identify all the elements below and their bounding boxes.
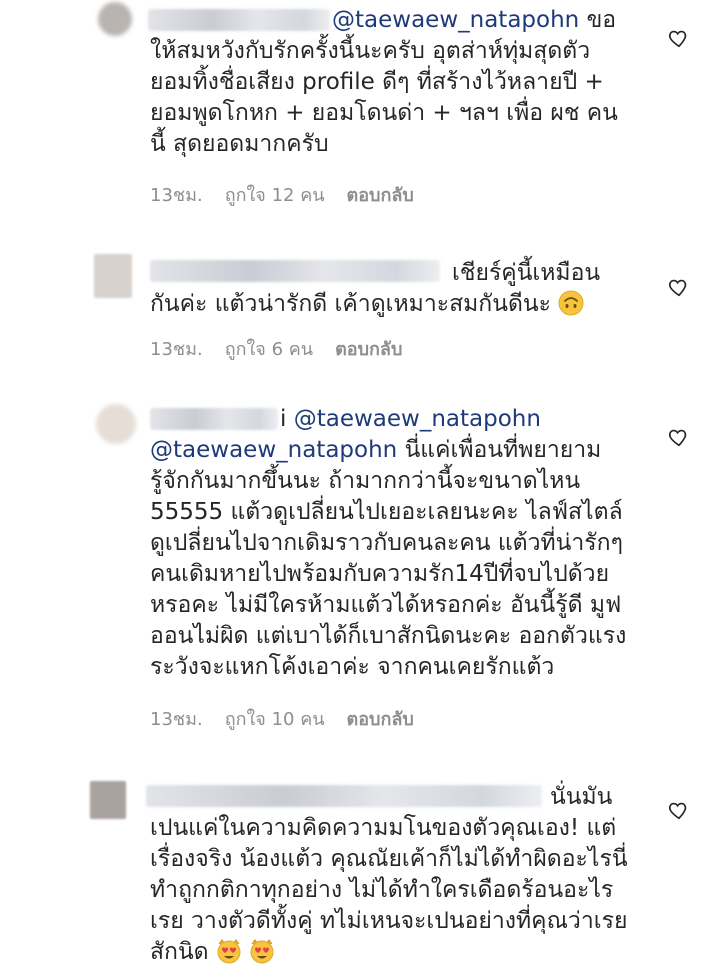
- mention-link[interactable]: @taewaew_natapohn: [150, 437, 397, 463]
- upside-down-face-icon: [558, 290, 584, 316]
- comment-text: นั่นมัน เปนแค่ในความคิดความมโนของตัวคุณเ…: [150, 782, 650, 968]
- timestamp: 13ชม.: [150, 709, 203, 730]
- comment-line: เชียร์คู่นี้เหมือน: [452, 260, 601, 286]
- comment-line: นี้ สุดยอดมากครับ: [150, 131, 329, 157]
- comment-line: เปนแค่ในความคิดความมโนของตัวคุณเอง! แต่: [150, 815, 617, 841]
- likes-count[interactable]: ถูกใจ 6 คน: [225, 334, 313, 363]
- timestamp: 13ชม.: [150, 185, 203, 206]
- timestamp: 13ชม.: [150, 339, 203, 360]
- comment-text: @taewaew_natapohn ขอ ให้สมหวังกับรักครั้…: [150, 5, 650, 160]
- heart-icon[interactable]: [668, 799, 690, 821]
- avatar[interactable]: [94, 254, 132, 298]
- comment-line: ยอมพูดโกหก + ยอมโดนด่า + ฯลฯ เพื่อ ผช คน: [150, 100, 618, 126]
- comment-line: เรย วางตัวดีทั้งคู่ ทไม่เหนจะเปนอย่างที่…: [150, 908, 628, 934]
- mention-link[interactable]: @taewaew_natapohn: [332, 7, 579, 33]
- comment-line: นี่แค่เพื่อนที่พยายาม: [404, 437, 602, 463]
- heart-icon[interactable]: [668, 426, 690, 448]
- comment-line: รู้จักกันมากขึ้นนะ ถ้ามากกว่านี้จะขนาดไห…: [150, 468, 581, 494]
- comment-meta: 13ชม. ถูกใจ 6 คน ตอบกลับ: [150, 334, 402, 363]
- comment-meta: 13ชม. ถูกใจ 10 คน ตอบกลับ: [150, 704, 414, 733]
- reply-button[interactable]: ตอบกลับ: [347, 704, 414, 733]
- comment-line: นั่นมัน: [550, 784, 613, 810]
- comment-line: คนเดิมหายไปพร้อมกับความรัก14ปีที่จบไปด้ว…: [150, 561, 610, 587]
- comment-line: ทำถูกกติกาทุกอย่าง ไม่ได้ทำใครเดือดร้อนอ…: [150, 877, 614, 903]
- heart-icon[interactable]: [668, 27, 690, 49]
- heart-eyes-cat-icon: [217, 939, 241, 964]
- comment-line: 55555 แต้วดูเปลี่ยนไปเยอะเลยนะคะ ไลฟ์สไต…: [150, 499, 623, 525]
- username-tail[interactable]: i: [280, 406, 286, 432]
- comment-line: ให้สมหวังกับรักครั้งนี้นะครับ อุตส่าห์ทุ…: [150, 38, 591, 64]
- comment-line: หรอคะ ไม่มีใครห้ามแต้วได้หรอกค่ะ อันนี้ร…: [150, 592, 622, 618]
- avatar[interactable]: [96, 404, 136, 444]
- comment-line: ขอ: [586, 7, 617, 33]
- comment-line: สักนิด: [150, 939, 209, 965]
- comment-line: เรื่องจริง น้องแต้ว คุณณัยเค้าก็ไม่ได้ทำ…: [150, 846, 628, 872]
- reply-button[interactable]: ตอบกลับ: [347, 180, 414, 209]
- avatar[interactable]: [90, 781, 126, 819]
- likes-count[interactable]: ถูกใจ 12 คน: [225, 180, 325, 209]
- avatar[interactable]: [98, 2, 132, 36]
- comment-text: เชียร์คู่นี้เหมือน กันค่ะ แต้วน่ารักดี เ…: [150, 258, 650, 320]
- mention-link[interactable]: @taewaew_natapohn: [294, 406, 541, 432]
- comment-text: i @taewaew_natapohn @taewaew_natapohn นี…: [150, 404, 650, 683]
- comment-meta: 13ชม. ถูกใจ 12 คน ตอบกลับ: [150, 180, 414, 209]
- comment-line: ยอมทิ้งชื่อเสียง profile ดีๆ ที่สร้างไว้…: [150, 69, 604, 95]
- comment-line: ออนไม่ผิด แต่เบาได้ก็เบาสักนิดนะคะ ออกตั…: [150, 623, 627, 649]
- comment-line: กันค่ะ แต้วน่ารักดี เค้าดูเหมาะสมกันดีนะ: [150, 291, 551, 317]
- heart-eyes-cat-icon: [250, 939, 274, 964]
- reply-button[interactable]: ตอบกลับ: [335, 334, 402, 363]
- comment-line: ดูเปลี่ยนไปจากเดิมราวกับคนละคน แต้วที่น่…: [150, 530, 623, 556]
- heart-icon[interactable]: [668, 276, 690, 298]
- comment-line: ระวังจะแหกโค้งเอาค่ะ จากคนเคยรักแต้ว: [150, 654, 555, 680]
- likes-count[interactable]: ถูกใจ 10 คน: [225, 704, 325, 733]
